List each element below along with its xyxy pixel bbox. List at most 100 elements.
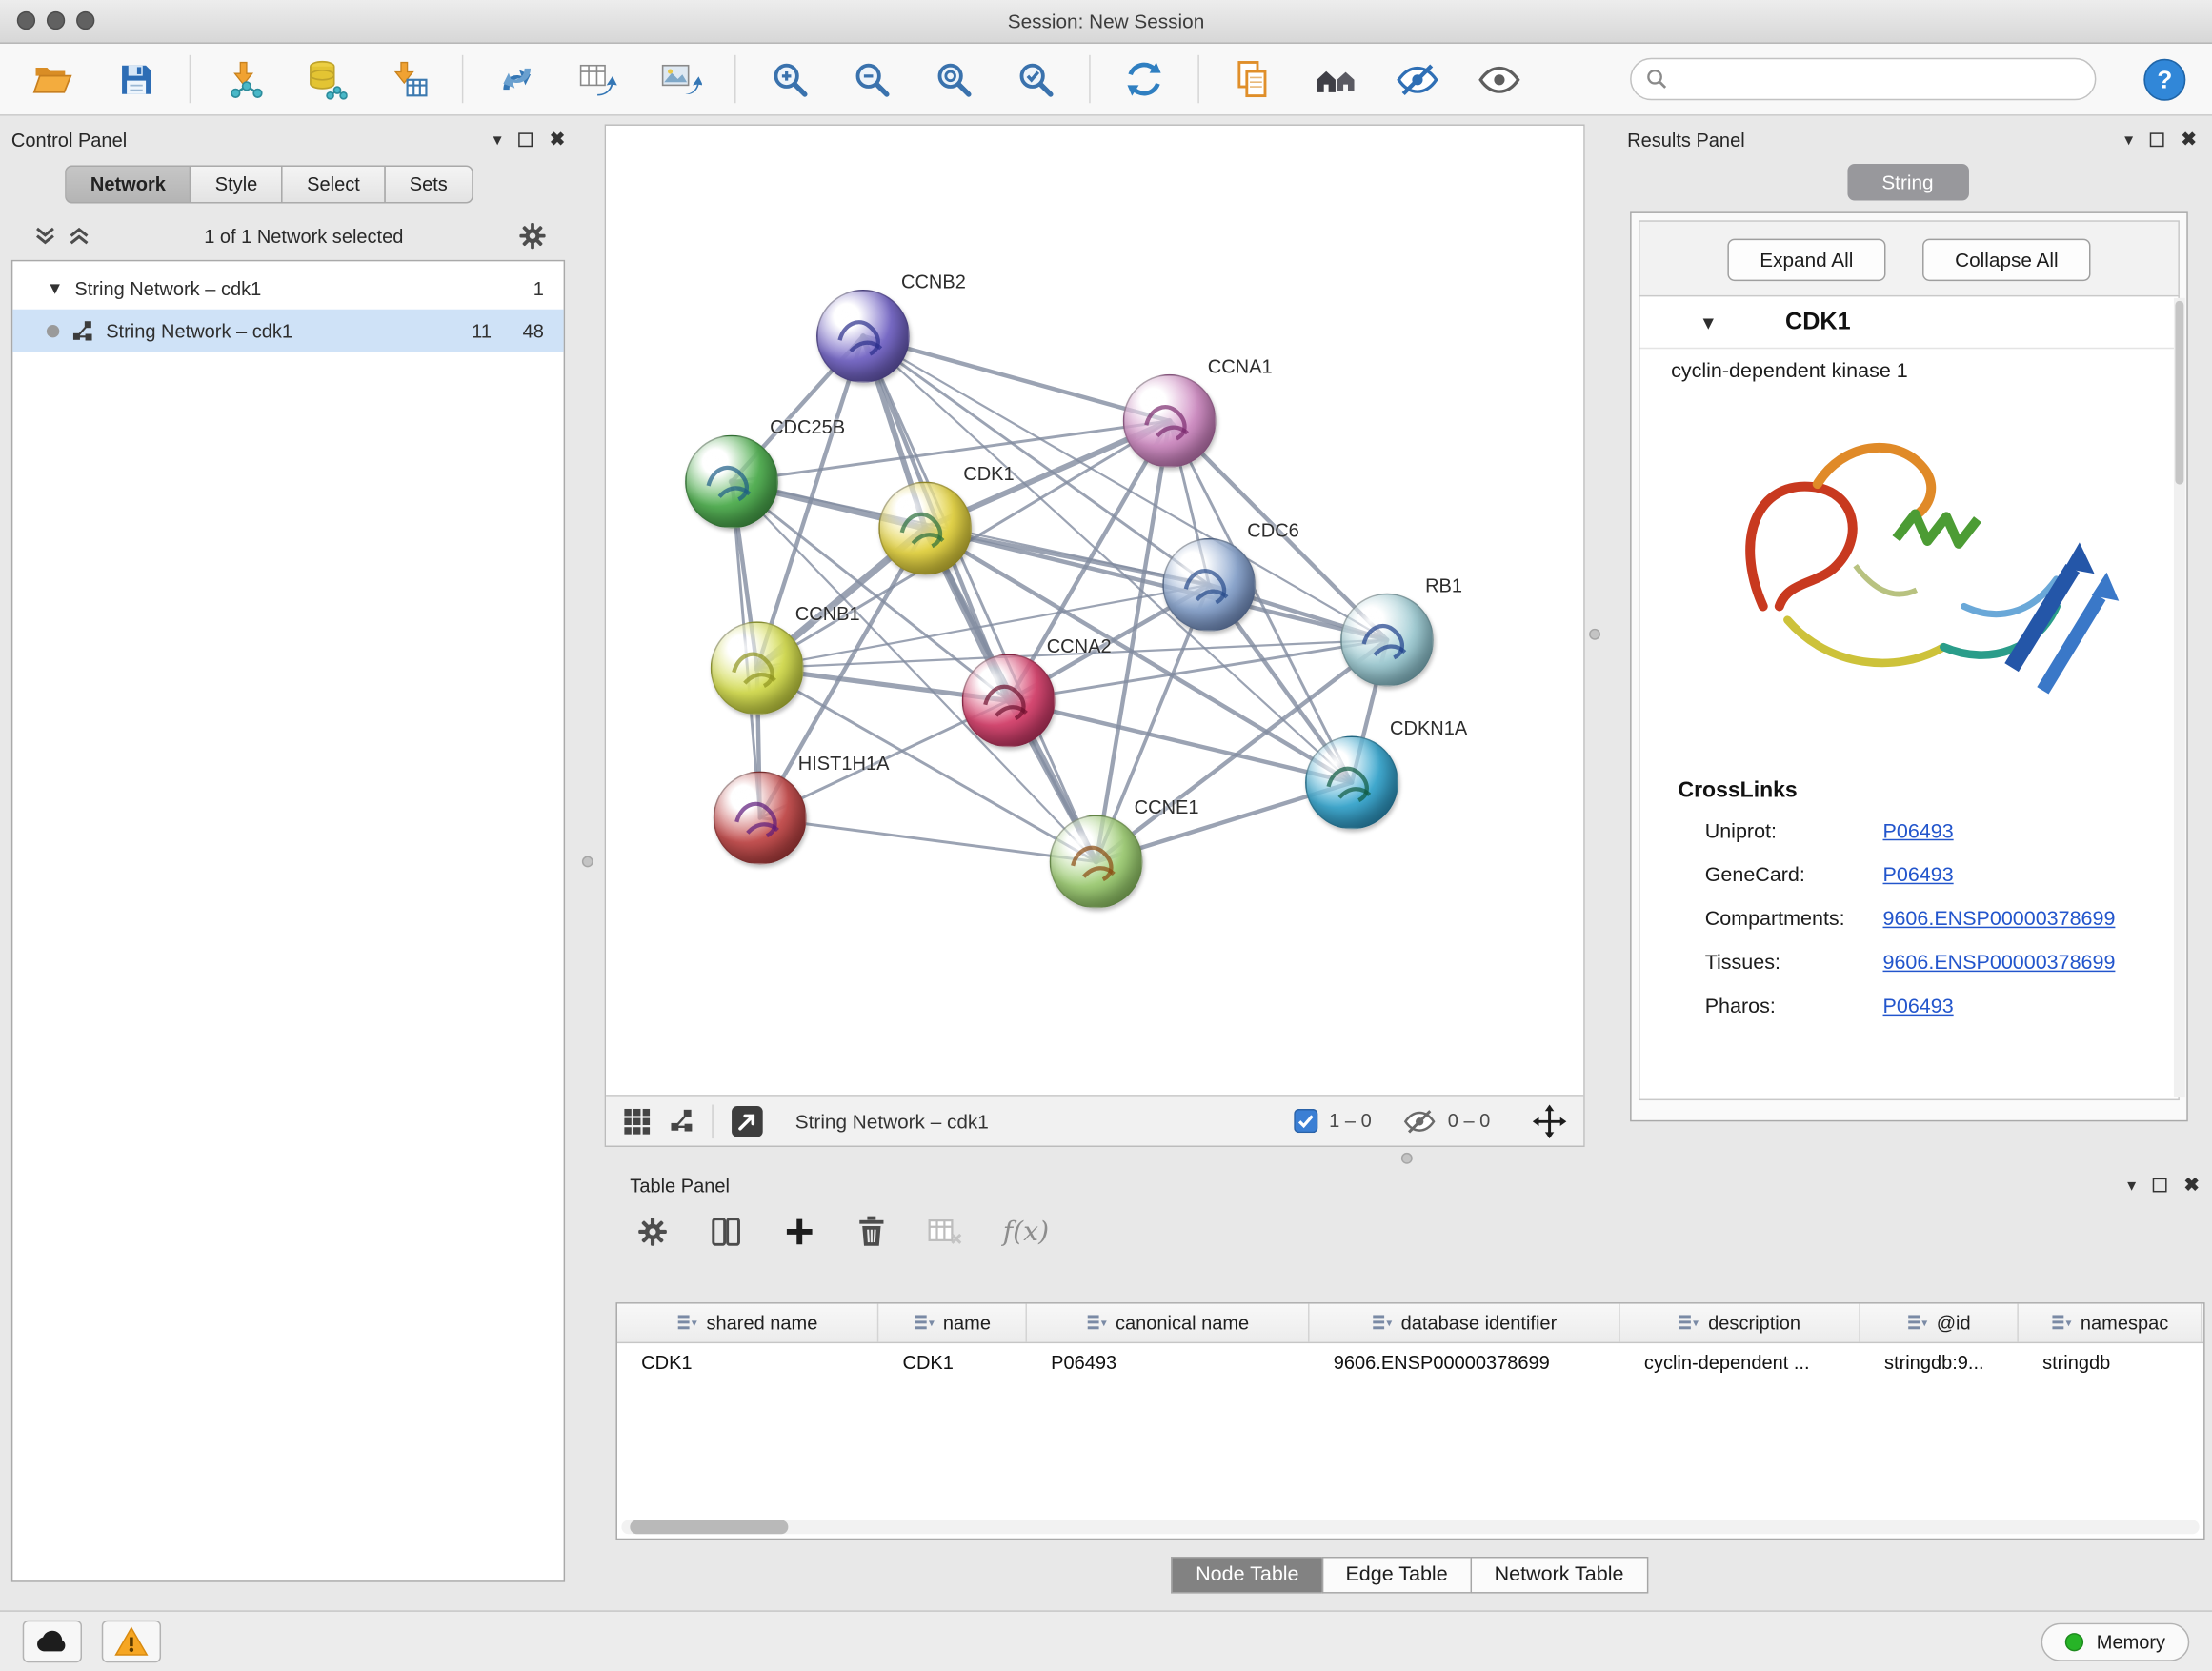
delete-column-trash-icon[interactable] — [856, 1215, 888, 1249]
warnings-button[interactable] — [102, 1621, 161, 1662]
tab-network[interactable]: Network — [65, 165, 191, 203]
network-node-cdc25b[interactable] — [685, 435, 778, 529]
column-header--id[interactable]: @id — [1860, 1304, 2019, 1342]
crosslink-label: Compartments: — [1705, 908, 1883, 931]
help-button[interactable]: ? — [2139, 53, 2189, 104]
scrollbar-thumb[interactable] — [2175, 301, 2183, 485]
toolbar-separator — [1089, 55, 1090, 103]
folder-open-icon — [32, 61, 74, 98]
expand-all-icon[interactable] — [68, 226, 90, 246]
close-window-button[interactable] — [17, 11, 35, 30]
network-node-cdkn1a[interactable] — [1305, 736, 1398, 830]
column-header-description[interactable]: description — [1620, 1304, 1860, 1342]
hide-selected-button[interactable] — [1386, 48, 1448, 110]
tab-node-table[interactable]: Node Table — [1172, 1557, 1323, 1594]
function-builder-fx[interactable]: f(x) — [1003, 1217, 1049, 1248]
table-horizontal-scrollbar[interactable] — [621, 1520, 2199, 1534]
column-header-shared-name[interactable]: shared name — [617, 1304, 878, 1342]
tree-expander-icon[interactable]: ▼ — [47, 278, 64, 298]
panel-menu-icon[interactable]: ▾ — [2124, 130, 2133, 150]
network-canvas[interactable]: CCNB2CCNA1CDC25BCDK1CDC6RB1CCNB1CCNA2CDK… — [606, 126, 1583, 1095]
show-all-button[interactable] — [1468, 48, 1530, 110]
panel-close-button[interactable]: ✖ — [2182, 129, 2197, 151]
network-from-table-button[interactable] — [568, 48, 630, 110]
home-view-button[interactable] — [1304, 48, 1366, 110]
network-node-rb1[interactable] — [1340, 594, 1434, 687]
tab-sets[interactable]: Sets — [384, 165, 473, 203]
network-node-cdk1[interactable] — [878, 482, 972, 575]
crosslink-value-link[interactable]: P06493 — [1883, 820, 1954, 843]
right-splitter-handle[interactable] — [1589, 629, 1600, 640]
selected-checkbox-icon[interactable] — [1294, 1109, 1317, 1133]
panel-float-button[interactable] — [518, 132, 533, 147]
column-header-namespac[interactable]: namespac — [2019, 1304, 2202, 1342]
tab-edge-table[interactable]: Edge Table — [1321, 1557, 1472, 1594]
scrollbar-thumb[interactable] — [630, 1520, 788, 1534]
network-node-ccna2[interactable] — [962, 654, 1056, 748]
houses-icon — [1312, 60, 1358, 98]
tab-string[interactable]: String — [1847, 164, 1969, 201]
results-scrollbar[interactable] — [2174, 298, 2185, 1097]
open-session-button[interactable] — [23, 48, 85, 110]
export-image-button[interactable] — [650, 48, 712, 110]
zoom-selected-button[interactable] — [1004, 48, 1066, 110]
maximize-window-button[interactable] — [76, 11, 94, 30]
entry-header[interactable]: ▼ CDK1 — [1639, 296, 2178, 349]
network-node-ccnb2[interactable] — [816, 290, 910, 383]
new-network-button[interactable] — [486, 48, 548, 110]
table-row[interactable]: CDK1CDK1P064939606.ENSP00000378699cyclin… — [617, 1343, 2203, 1380]
horizontal-splitter-handle[interactable] — [1401, 1153, 1413, 1164]
table-settings-gear-icon[interactable] — [635, 1215, 670, 1249]
left-splitter-handle[interactable] — [582, 856, 593, 868]
crosslink-value-link[interactable]: 9606.ENSP00000378699 — [1883, 908, 2116, 931]
refresh-layout-button[interactable] — [1113, 48, 1175, 110]
show-columns-icon[interactable] — [709, 1215, 743, 1249]
column-header-database-identifier[interactable]: database identifier — [1310, 1304, 1620, 1342]
cloud-button[interactable] — [23, 1621, 82, 1662]
add-column-plus-icon[interactable] — [782, 1215, 816, 1249]
crosslink-value-link[interactable]: P06493 — [1883, 864, 1954, 887]
network-nodes-layer: CCNB2CCNA1CDC25BCDK1CDC6RB1CCNB1CCNA2CDK… — [606, 126, 1583, 1095]
collapse-all-icon[interactable] — [34, 226, 57, 246]
copy-document-button[interactable] — [1222, 48, 1284, 110]
search-input[interactable] — [1679, 67, 2081, 91]
panel-close-button[interactable]: ✖ — [2183, 1174, 2199, 1197]
network-row-selected[interactable]: String Network – cdk1 11 48 — [12, 310, 563, 352]
birdseye-grid-icon[interactable] — [623, 1107, 652, 1136]
network-node-ccne1[interactable] — [1050, 815, 1143, 909]
export-network-icon[interactable] — [731, 1104, 765, 1138]
tab-network-table[interactable]: Network Table — [1470, 1557, 1647, 1594]
panel-menu-icon[interactable]: ▾ — [2127, 1176, 2136, 1196]
collapse-entry-icon[interactable]: ▼ — [1699, 312, 1718, 332]
hidden-eye-slash-icon[interactable] — [1402, 1107, 1437, 1136]
expand-all-button[interactable]: Expand All — [1727, 239, 1885, 281]
collapse-all-button[interactable]: Collapse All — [1922, 239, 2091, 281]
import-table-button[interactable] — [377, 48, 439, 110]
crosslink-value-link[interactable]: P06493 — [1883, 996, 1954, 1018]
zoom-out-button[interactable] — [840, 48, 902, 110]
tab-select[interactable]: Select — [281, 165, 385, 203]
panel-menu-icon[interactable]: ▾ — [493, 130, 502, 150]
import-network-database-button[interactable] — [295, 48, 357, 110]
network-share-icon[interactable] — [668, 1107, 694, 1134]
network-node-ccna1[interactable] — [1123, 374, 1217, 468]
panel-close-button[interactable]: ✖ — [550, 129, 565, 151]
network-node-cdc6[interactable] — [1162, 538, 1256, 632]
pan-crosshair-icon[interactable] — [1533, 1104, 1567, 1138]
import-network-file-button[interactable] — [213, 48, 275, 110]
crosslink-value-link[interactable]: 9606.ENSP00000378699 — [1883, 952, 2116, 975]
network-node-ccnb1[interactable] — [711, 621, 804, 715]
network-node-hist1h1a[interactable] — [714, 772, 807, 865]
memory-button[interactable]: Memory — [2041, 1622, 2189, 1661]
panel-float-button[interactable] — [2153, 1178, 2167, 1193]
network-collection-row[interactable]: ▼ String Network – cdk1 1 — [12, 267, 563, 309]
panel-float-button[interactable] — [2150, 132, 2164, 147]
column-header-canonical-name[interactable]: canonical name — [1027, 1304, 1310, 1342]
tab-style[interactable]: Style — [190, 165, 283, 203]
minimize-window-button[interactable] — [47, 11, 65, 30]
save-session-button[interactable] — [105, 48, 167, 110]
zoom-fit-button[interactable] — [922, 48, 984, 110]
gear-icon[interactable] — [517, 220, 549, 252]
zoom-in-button[interactable] — [758, 48, 820, 110]
column-header-name[interactable]: name — [878, 1304, 1027, 1342]
